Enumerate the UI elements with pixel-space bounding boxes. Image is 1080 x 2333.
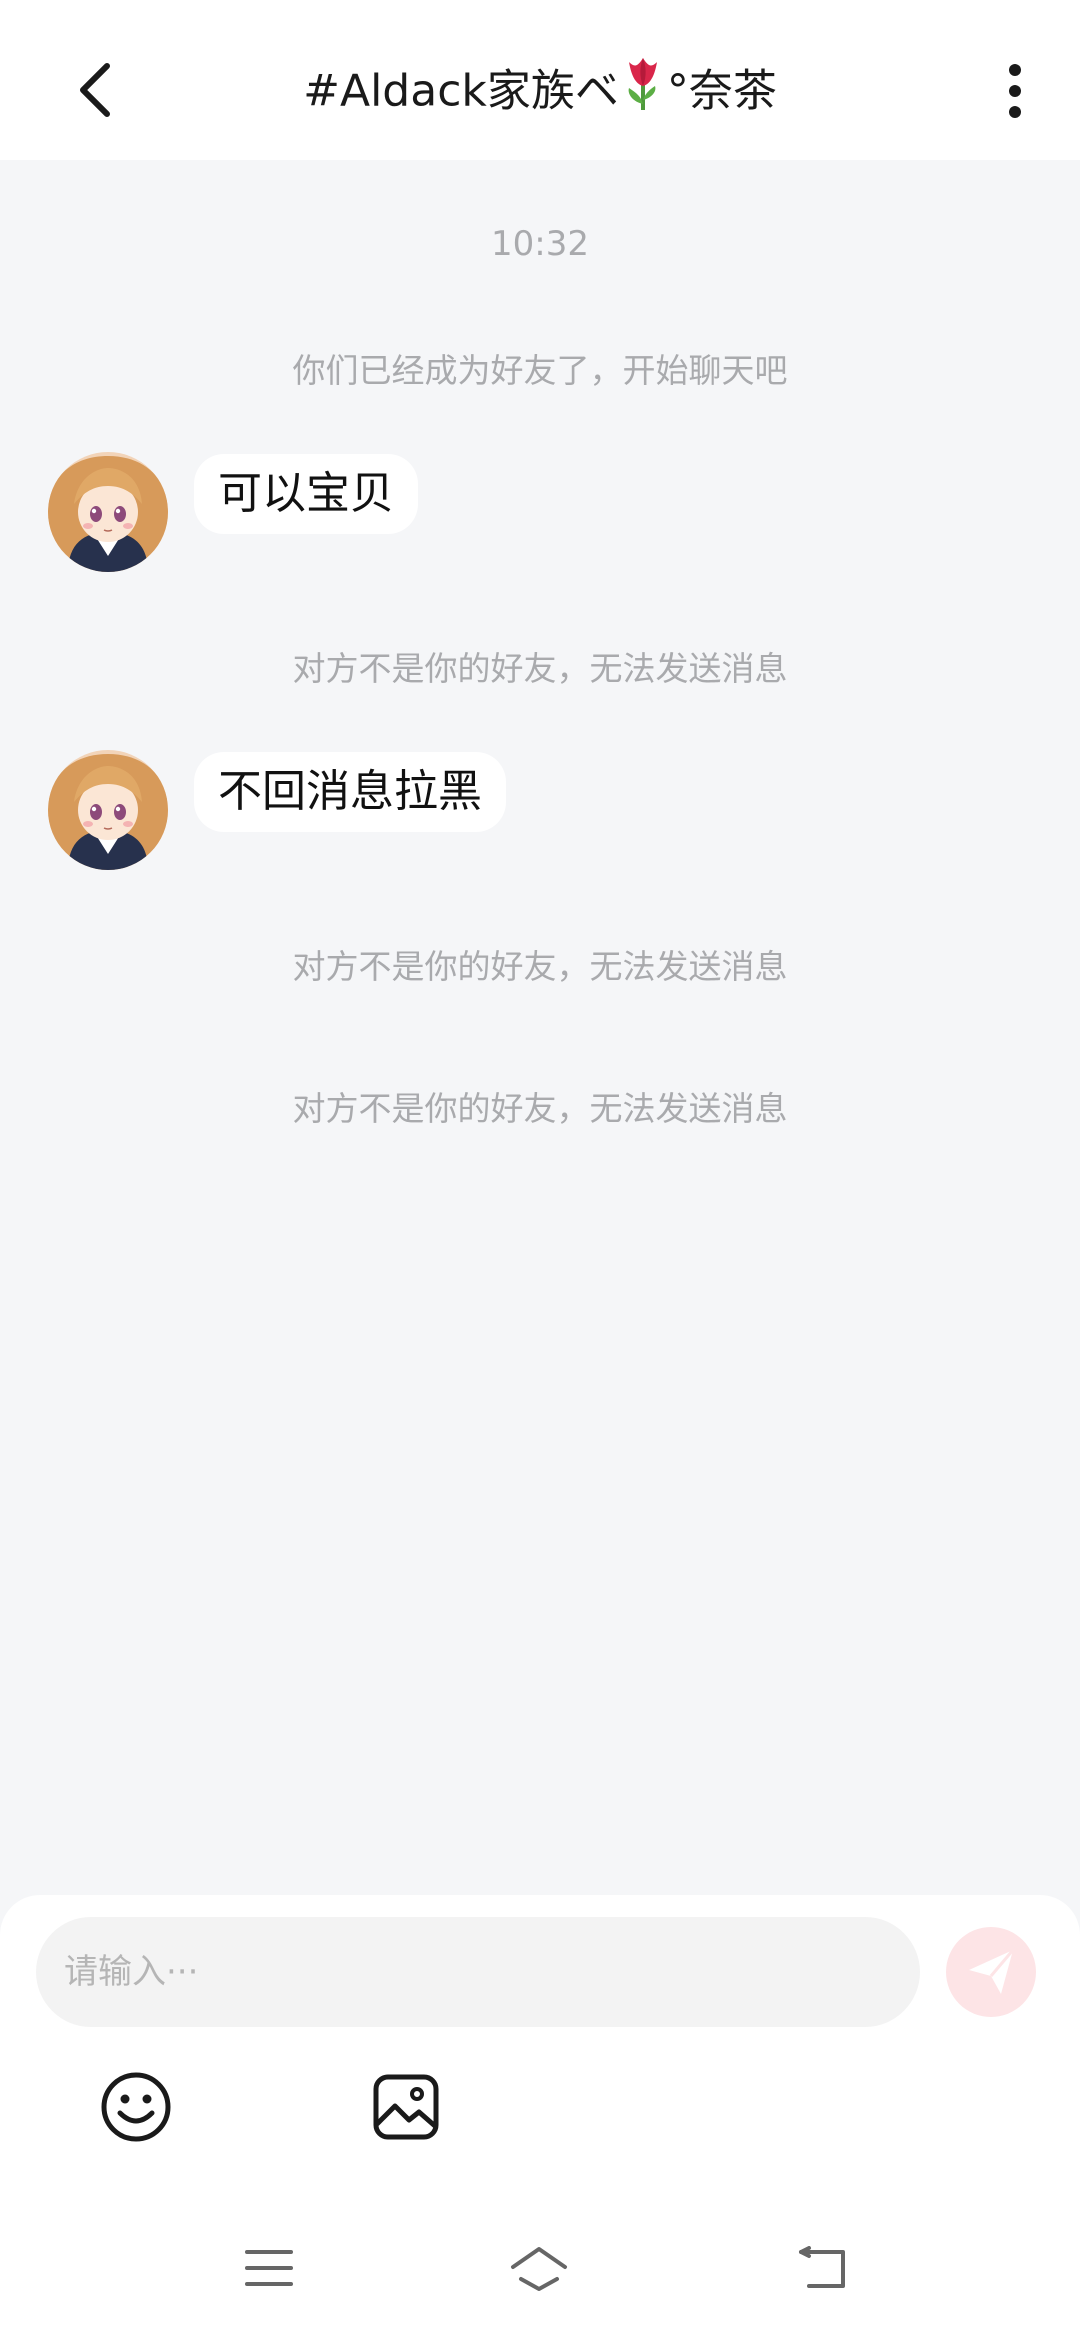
message-timestamp: 10:32 — [491, 224, 589, 264]
chat-title: #Aldack家族ベ °奈茶 — [200, 54, 880, 124]
message-bubble[interactable]: 可以宝贝 — [194, 454, 418, 534]
system-message: 对方不是你的好友，无法发送消息 — [292, 1089, 788, 1128]
more-options-button[interactable] — [990, 56, 1040, 126]
home-icon — [511, 2247, 567, 2291]
system-message: 对方不是你的好友，无法发送消息 — [292, 649, 788, 688]
emoji-button[interactable] — [96, 2067, 176, 2147]
menu-icon — [245, 2250, 293, 2286]
message-input[interactable] — [36, 1917, 920, 2027]
send-button[interactable] — [946, 1927, 1036, 2017]
system-back-button[interactable] — [788, 2233, 858, 2303]
image-icon — [373, 2074, 439, 2140]
avatar[interactable] — [48, 452, 168, 572]
smiley-icon — [101, 2072, 171, 2142]
paper-plane-icon — [969, 1949, 1015, 1994]
anime-girl-avatar-icon — [48, 452, 168, 572]
chat-message-list[interactable]: 10:32 你们已经成为好友了，开始聊天吧 可以宝贝 对方不是你的好友，无法发送… — [0, 160, 1080, 1895]
title-text-suffix: °奈茶 — [666, 65, 777, 117]
system-navigation-bar — [0, 2203, 1080, 2333]
title-text: #Aldack家族ベ — [303, 65, 619, 117]
vertical-dots-icon — [1009, 64, 1021, 118]
tulip-icon — [621, 54, 665, 133]
back-icon — [799, 2246, 845, 2288]
system-message: 你们已经成为好友了，开始聊天吧 — [292, 351, 788, 390]
message-bubble[interactable]: 不回消息拉黑 — [194, 752, 506, 832]
image-button[interactable] — [366, 2067, 446, 2147]
chat-header: #Aldack家族ベ °奈茶 — [0, 0, 1080, 160]
chevron-left-icon — [80, 63, 110, 117]
home-button[interactable] — [504, 2233, 574, 2303]
system-message: 对方不是你的好友，无法发送消息 — [292, 947, 788, 986]
recent-apps-button[interactable] — [234, 2233, 304, 2303]
avatar[interactable] — [48, 750, 168, 870]
back-button[interactable] — [60, 50, 130, 130]
anime-girl-avatar-icon — [48, 750, 168, 870]
